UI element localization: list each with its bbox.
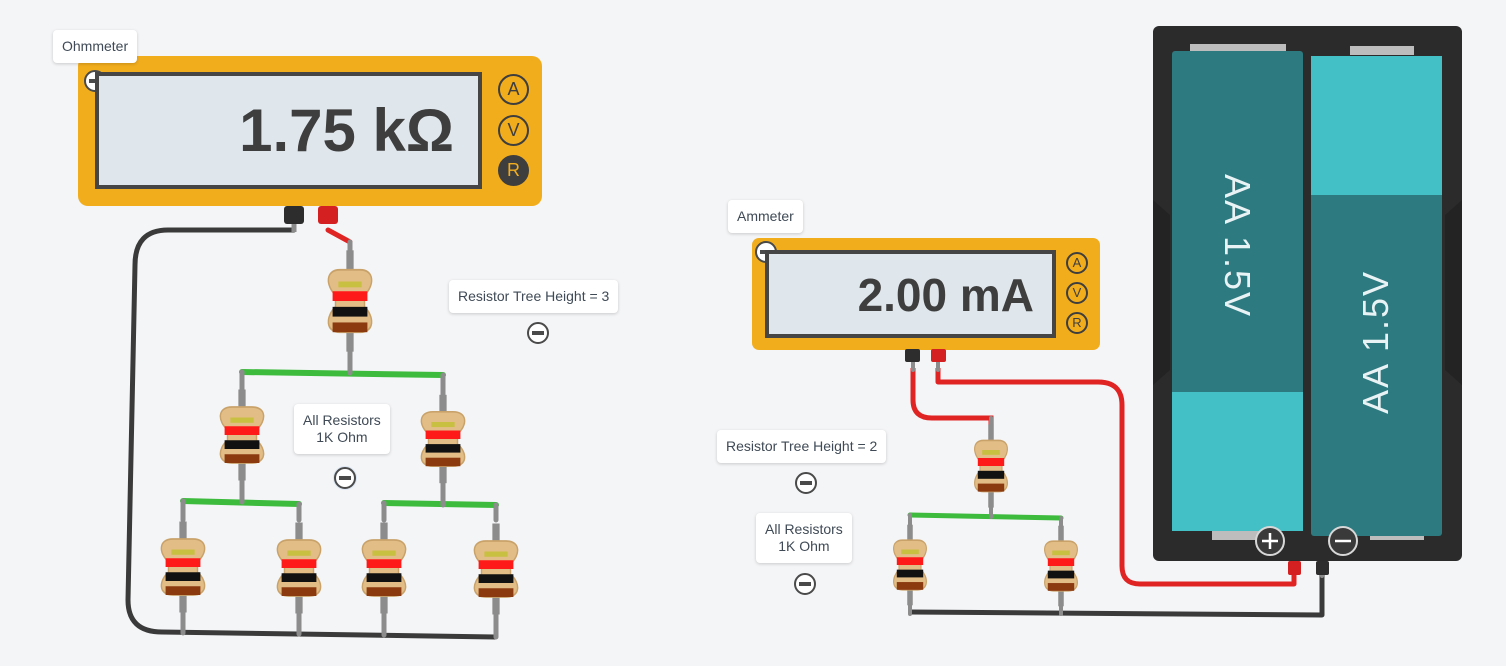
ammeter-display: 2.00 mA (765, 250, 1056, 338)
battery-cell-2-label: AA 1.5V (1355, 269, 1396, 415)
resistor-r5[interactable] (276, 521, 322, 615)
ohmmeter-reading: 1.75 kΩ (239, 97, 454, 164)
resistor-r4[interactable] (160, 520, 206, 614)
resistor-r9[interactable] (892, 523, 928, 607)
battery-cell-1-label: AA 1.5V (1217, 173, 1258, 319)
ohmmeter-label[interactable]: Ohmmeter (53, 30, 138, 63)
resistor-r1[interactable] (327, 249, 373, 353)
plus-icon[interactable] (1255, 526, 1285, 556)
right-all-resistors-note[interactable]: All Resistors 1K Ohm (756, 513, 852, 563)
right-resistors-note-collapse-icon[interactable] (794, 573, 816, 595)
ammeter-label[interactable]: Ammeter (728, 200, 803, 233)
resistor-r10[interactable] (1043, 524, 1079, 608)
ammeter-ammeter-mode-icon[interactable]: A (1066, 252, 1088, 274)
ammeter-red-probe (931, 349, 946, 362)
resistor-r2[interactable] (219, 388, 265, 482)
battery-pack[interactable] (1153, 26, 1462, 575)
ohmmeter-black-probe (284, 206, 304, 224)
battery-positive-lead (1288, 561, 1301, 575)
left-tree-height-note[interactable]: Resistor Tree Height = 3 (449, 280, 619, 313)
ammeter-black-probe (905, 349, 920, 362)
resistor-r6[interactable] (361, 521, 407, 615)
resistor-r7[interactable] (473, 522, 519, 616)
resistor-r3[interactable] (420, 393, 466, 485)
resistor-r8[interactable] (973, 423, 1009, 509)
minus-icon[interactable] (1328, 526, 1358, 556)
left-tree-note-collapse-icon[interactable] (527, 322, 549, 344)
battery-negative-lead (1316, 561, 1329, 575)
ohmmeter-display: 1.75 kΩ (95, 72, 482, 189)
ammeter-reading: 2.00 mA (857, 269, 1034, 321)
ohmmeter-resistance-mode-icon[interactable]: R (498, 155, 529, 186)
ohmmeter-ammeter-mode-icon[interactable]: A (498, 74, 529, 105)
ohmmeter-voltmeter-mode-icon[interactable]: V (498, 115, 529, 146)
ammeter-resistance-mode-icon[interactable]: R (1066, 312, 1088, 334)
left-all-resistors-note[interactable]: All Resistors 1K Ohm (294, 404, 390, 454)
ohmmeter-red-probe (318, 206, 338, 224)
right-tree-note-collapse-icon[interactable] (795, 472, 817, 494)
right-tree-height-note[interactable]: Resistor Tree Height = 2 (717, 430, 887, 463)
left-resistors-note-collapse-icon[interactable] (333, 466, 357, 490)
ammeter-voltmeter-mode-icon[interactable]: V (1066, 282, 1088, 304)
